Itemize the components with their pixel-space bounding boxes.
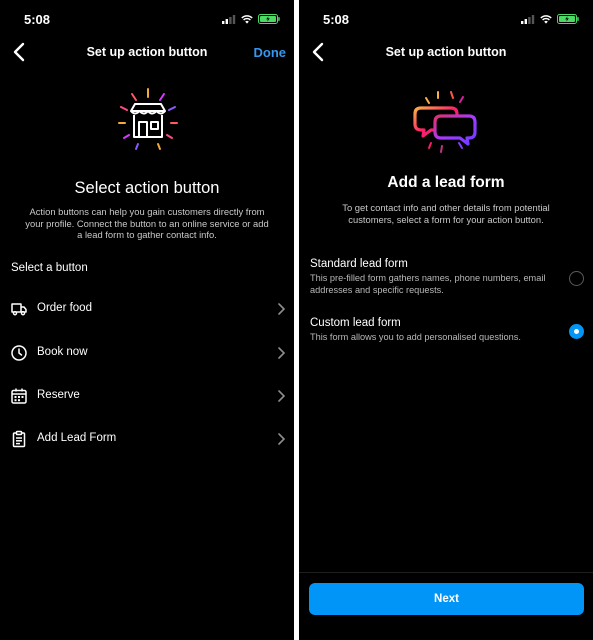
option-book-now[interactable]: Book now [0, 335, 294, 371]
battery-icon [557, 14, 579, 24]
footer-divider [299, 572, 593, 573]
standard-lead-form-option[interactable]: Standard lead form This pre-filled form … [299, 258, 593, 302]
form-option-description: This pre-filled form gathers names, phon… [310, 273, 546, 295]
chevron-right-icon [278, 303, 286, 315]
option-add-lead-form[interactable]: Add Lead Form [0, 421, 294, 457]
custom-form-radio[interactable] [569, 324, 584, 339]
page-heading: Add a lead form [387, 174, 505, 191]
page-description: Action buttons can help you gain custome… [25, 206, 269, 240]
form-option-title: Custom lead form [310, 317, 401, 329]
done-button[interactable]: Done [254, 45, 287, 60]
chevron-right-icon [278, 433, 286, 445]
status-time: 5:08 [323, 12, 350, 27]
header-title: Set up action button [86, 45, 208, 59]
status-time: 5:08 [24, 12, 51, 27]
standard-form-radio[interactable] [569, 271, 584, 286]
nav-header: Set up action button Done [0, 38, 294, 68]
select-action-screen: 5:08 Set up action button Done Select ac… [0, 0, 294, 640]
custom-lead-form-option[interactable]: Custom lead form This form allows you to… [299, 317, 593, 351]
chat-bubbles-icon [413, 91, 477, 153]
wifi-icon [241, 14, 253, 24]
option-reserve[interactable]: Reserve [0, 378, 294, 414]
clipboard-icon [12, 430, 26, 448]
calendar-icon [11, 388, 27, 404]
lead-form-screen: 5:08 Set up action button Add a lead for… [299, 0, 593, 640]
option-label: Order food [37, 302, 92, 314]
storefront-icon [118, 88, 178, 150]
signal-icon [521, 14, 535, 24]
form-option-title: Standard lead form [310, 258, 408, 270]
wifi-icon [540, 14, 552, 24]
truck-icon [11, 303, 27, 316]
status-icons [521, 14, 579, 24]
form-option-description: This form allows you to add personalised… [310, 332, 521, 342]
header-title: Set up action button [385, 45, 507, 59]
status-icons [222, 14, 280, 24]
chevron-right-icon [278, 390, 286, 402]
chevron-right-icon [278, 347, 286, 359]
status-bar: 5:08 [0, 0, 294, 34]
option-label: Book now [37, 346, 88, 358]
option-label: Add Lead Form [37, 432, 117, 444]
section-title: Select a button [11, 262, 88, 274]
page-heading: Select action button [74, 179, 220, 197]
option-order-food[interactable]: Order food [0, 291, 294, 327]
status-bar: 5:08 [299, 0, 593, 34]
signal-icon [222, 14, 236, 24]
next-button[interactable]: Next [309, 583, 584, 615]
clock-icon [11, 345, 27, 361]
battery-icon [258, 14, 280, 24]
nav-header: Set up action button [299, 38, 593, 68]
page-description: To get contact info and other details fr… [342, 202, 550, 225]
option-label: Reserve [37, 389, 80, 401]
